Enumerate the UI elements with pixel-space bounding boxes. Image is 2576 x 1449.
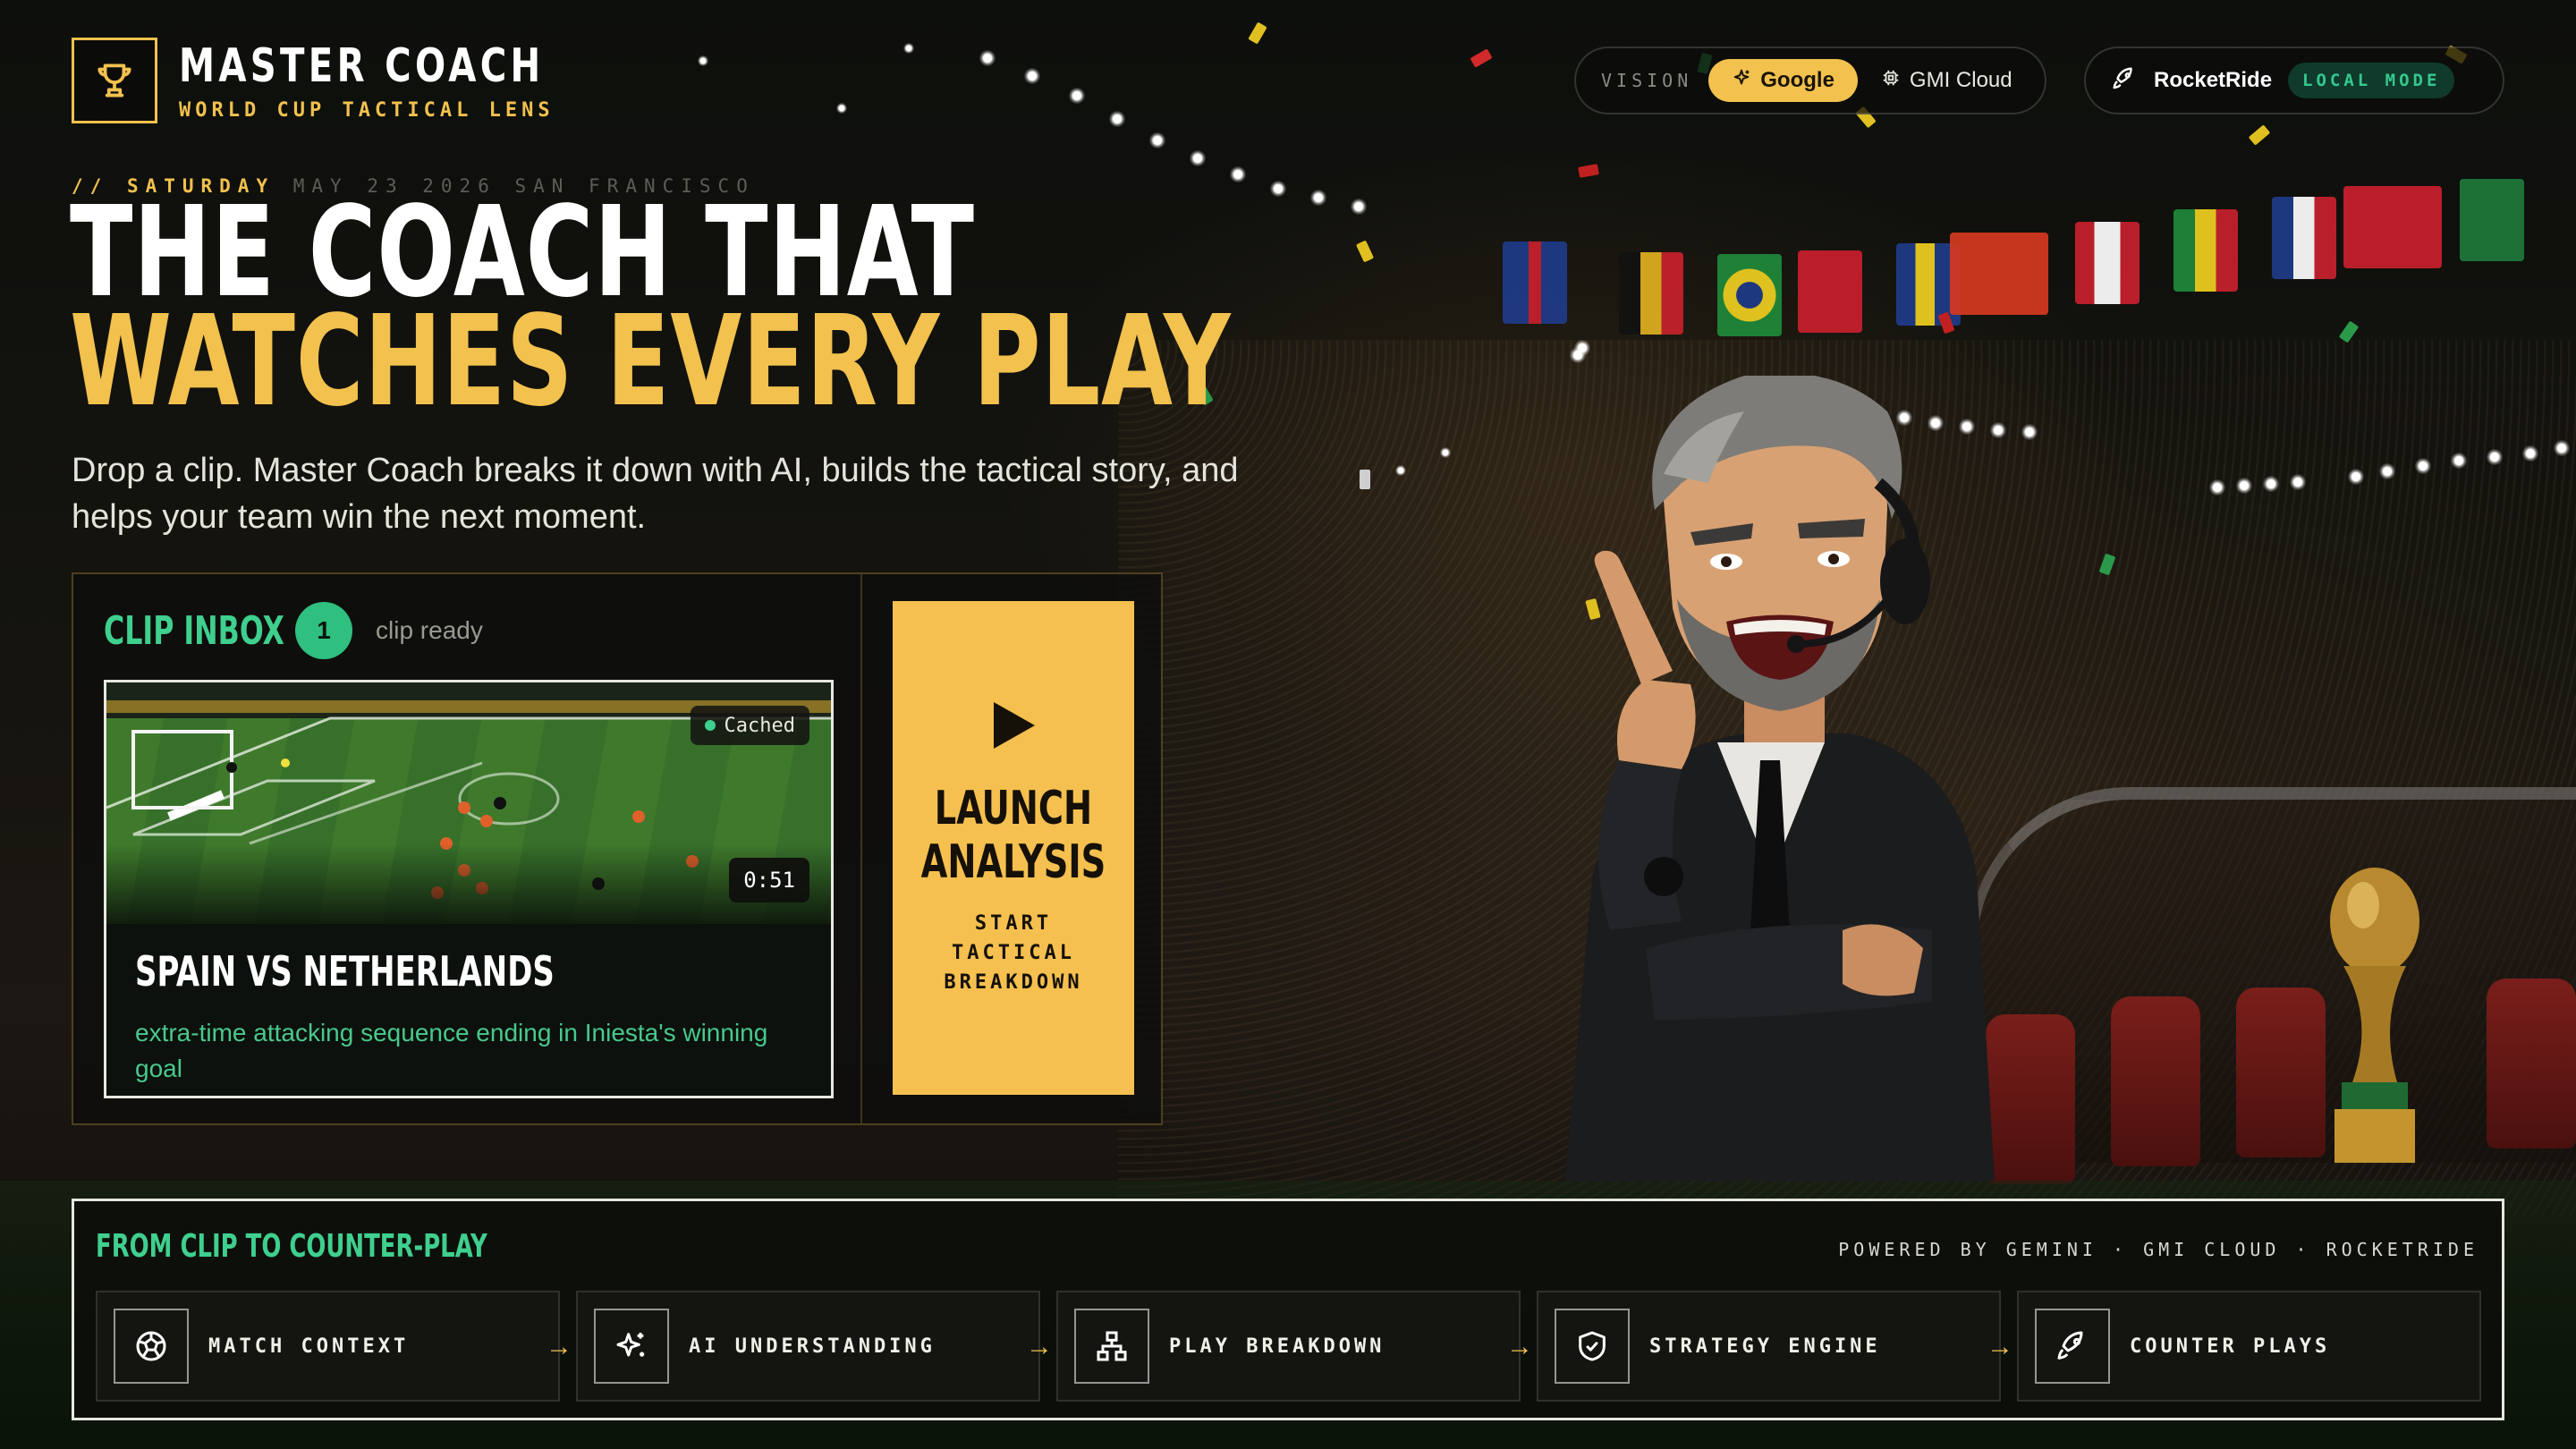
brand[interactable]: MASTER COACH WORLD CUP TACTICAL LENS: [72, 38, 604, 123]
pipeline-steps: MATCH CONTEXT → AI UNDERSTANDING → PLAY …: [96, 1291, 2481, 1402]
hierarchy-icon: [1074, 1309, 1149, 1384]
flag-bunting: [1503, 143, 2576, 349]
step-match-context[interactable]: MATCH CONTEXT →: [96, 1291, 572, 1402]
trophy-icon: [72, 38, 157, 123]
powered-by: POWERED BY GEMINI · GMI CLOUD · ROCKETRI…: [1838, 1239, 2479, 1260]
vision-option-label: GMI Cloud: [1909, 68, 2012, 92]
chip-icon: [1881, 68, 1901, 94]
step-ai-understanding[interactable]: AI UNDERSTANDING →: [576, 1291, 1053, 1402]
step-label: COUNTER PLAYS: [2130, 1335, 2331, 1358]
launch-title-line-2: ANALYSIS: [920, 835, 1106, 889]
arrow-right-icon: →: [1987, 1332, 2013, 1361]
step-label: MATCH CONTEXT: [208, 1335, 410, 1358]
launch-subtitle: START TACTICAL BREAKDOWN: [944, 912, 1083, 994]
cached-label: Cached: [724, 714, 795, 737]
vision-selector: VISION Google GMI Cloud: [1574, 47, 2046, 114]
shield-icon: [1555, 1309, 1630, 1384]
clip-card[interactable]: Cached 0:51 SPAIN VS NETHERLANDS extra-t…: [104, 680, 834, 1098]
step-label: AI UNDERSTANDING: [689, 1335, 936, 1358]
step-label: PLAY BREAKDOWN: [1169, 1335, 1385, 1358]
pipeline-panel: FROM CLIP TO COUNTER-PLAY POWERED BY GEM…: [72, 1199, 2504, 1420]
world-cup-trophy-image: [2330, 868, 2419, 1163]
pipeline-title: FROM CLIP TO COUNTER-PLAY: [96, 1228, 487, 1265]
brand-text: MASTER COACH WORLD CUP TACTICAL LENS: [179, 40, 604, 122]
vision-option-google[interactable]: Google: [1708, 59, 1858, 102]
launch-analysis-button[interactable]: LAUNCH ANALYSIS START TACTICAL BREAKDOWN: [893, 601, 1134, 1095]
runtime-name: RocketRide: [2154, 68, 2273, 92]
cached-badge: Cached: [690, 706, 809, 745]
status-dot-icon: [704, 720, 716, 731]
headline-line-2: WATCHES EVERY PLAY: [70, 289, 1232, 435]
brand-title: MASTER COACH: [179, 38, 545, 93]
vision-option-gmi-cloud[interactable]: GMI Cloud: [1874, 68, 2020, 94]
launch-panel: LAUNCH ANALYSIS START TACTICAL BREAKDOWN: [862, 574, 1165, 1123]
arrow-right-icon: →: [1506, 1332, 1533, 1361]
clip-inbox: CLIP INBOX 1 clip ready Cached 0:51 SPAI…: [73, 574, 862, 1123]
rocket-icon: [2111, 65, 2138, 97]
coach-character-image: [1565, 376, 1995, 1181]
clip-title: SPAIN VS NETHERLANDS: [135, 947, 555, 996]
step-play-breakdown[interactable]: PLAY BREAKDOWN →: [1056, 1291, 1533, 1402]
launch-title-line-1: LAUNCH: [934, 782, 1093, 835]
step-strategy-engine[interactable]: STRATEGY ENGINE →: [1537, 1291, 2013, 1402]
launch-title: LAUNCH ANALYSIS: [921, 782, 1106, 889]
clip-description: extra-time attacking sequence ending in …: [135, 1019, 768, 1082]
rocket-icon: [2035, 1309, 2110, 1384]
clip-inbox-panel: CLIP INBOX 1 clip ready Cached 0:51 SPAI…: [72, 572, 1163, 1125]
vision-option-label: Google: [1760, 68, 1835, 92]
dugout: [1968, 787, 2576, 1184]
step-counter-plays[interactable]: COUNTER PLAYS: [2017, 1291, 2481, 1402]
sparkles-icon: [594, 1309, 669, 1384]
local-mode-badge: LOCAL MODE: [2288, 63, 2455, 98]
hero-description: Drop a clip. Master Coach breaks it down…: [72, 452, 1239, 536]
arrow-right-icon: →: [546, 1332, 572, 1361]
football-icon: [114, 1309, 189, 1384]
play-icon: [988, 699, 1038, 757]
clip-count-label: clip ready: [376, 616, 483, 644]
step-label: STRATEGY ENGINE: [1649, 1335, 1881, 1358]
sparkle-icon: [1732, 68, 1751, 94]
clip-duration: 0:51: [729, 858, 809, 902]
clip-count-badge: 1: [295, 602, 352, 659]
vision-label: VISION: [1601, 70, 1693, 91]
runtime-selector[interactable]: RocketRide LOCAL MODE: [2084, 47, 2504, 114]
arrow-right-icon: →: [1026, 1332, 1053, 1361]
clip-inbox-title: CLIP INBOX: [104, 607, 284, 654]
brand-subtitle: WORLD CUP TACTICAL LENS: [179, 98, 555, 122]
headline: THE COACH THAT WATCHES EVERY PLAY: [70, 191, 1232, 435]
clip-inbox-header: CLIP INBOX 1 clip ready: [104, 601, 830, 660]
